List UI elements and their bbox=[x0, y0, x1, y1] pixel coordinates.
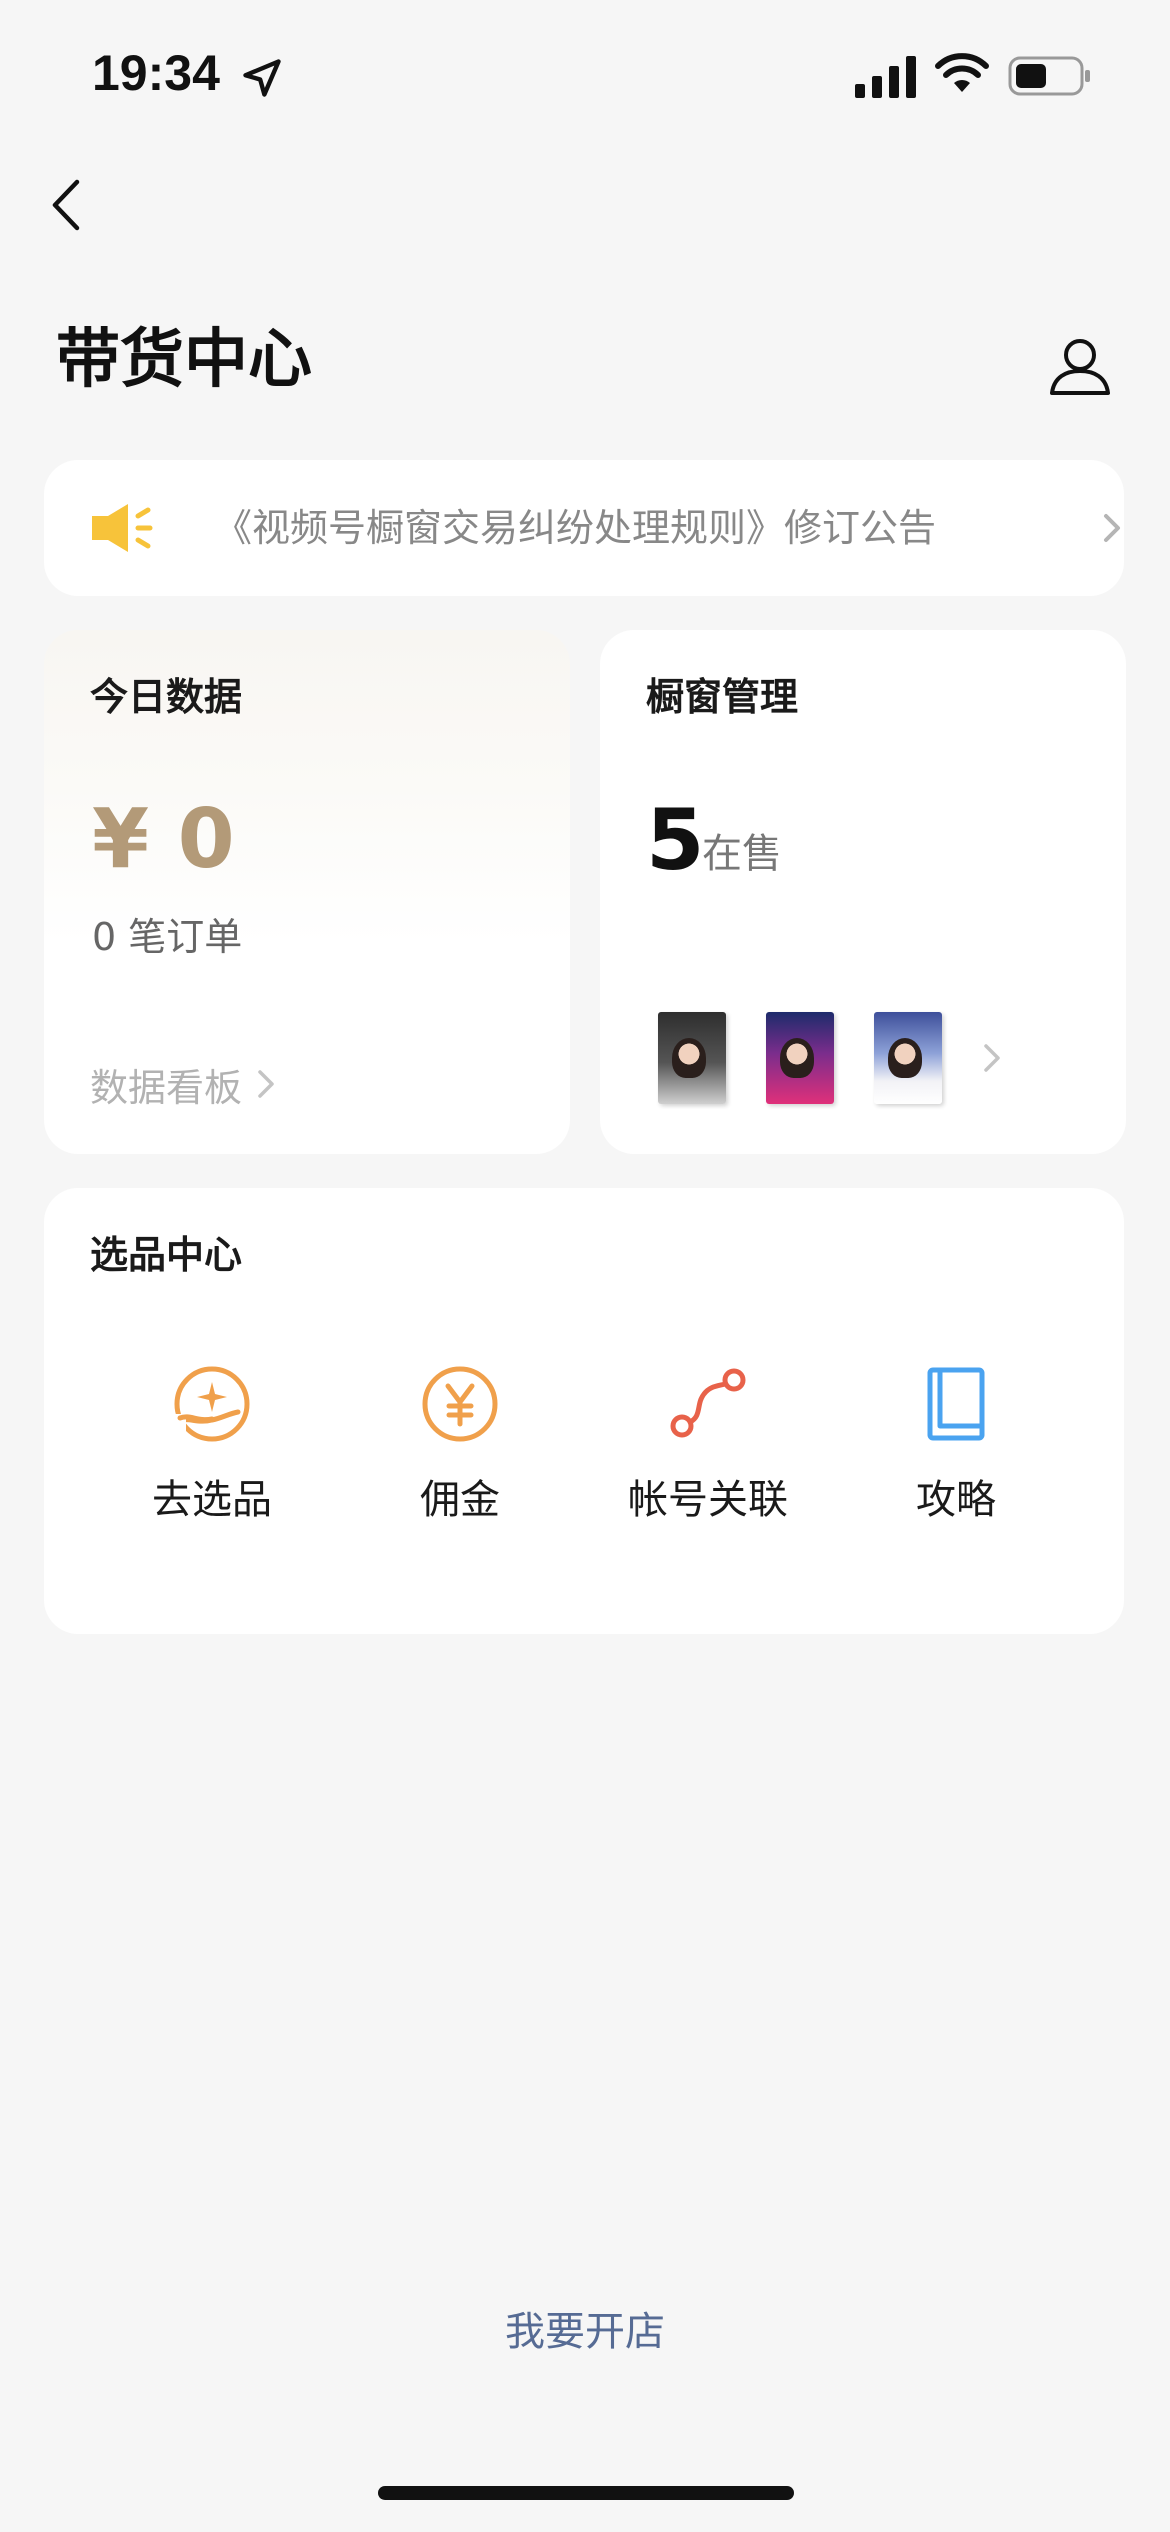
selection-center-card: 选品中心 去选品 佣金 帐号关联 攻略 bbox=[44, 1188, 1124, 1634]
selection-center-title: 选品中心 bbox=[90, 1233, 243, 1277]
product-thumbnail[interactable] bbox=[874, 1012, 942, 1104]
announcement-banner[interactable]: 《视频号橱窗交易纠纷处理规则》修订公告 bbox=[44, 460, 1124, 596]
showcase-title: 橱窗管理 bbox=[646, 675, 799, 719]
hand-sparkle-icon bbox=[172, 1366, 250, 1442]
location-arrow-icon bbox=[243, 59, 281, 97]
product-thumbnail[interactable] bbox=[766, 1012, 834, 1104]
on-sale-count: 5 bbox=[646, 791, 705, 889]
announcement-text: 《视频号橱窗交易纠纷处理规则》修订公告 bbox=[214, 506, 937, 550]
commission-label: 佣金 bbox=[420, 1477, 500, 1523]
user-icon bbox=[1050, 339, 1110, 395]
back-button[interactable] bbox=[36, 170, 96, 240]
chevron-right-icon bbox=[984, 1044, 1000, 1072]
link-path-icon bbox=[670, 1368, 746, 1438]
chevron-right-icon bbox=[1104, 514, 1120, 542]
account-link-label: 帐号关联 bbox=[628, 1477, 788, 1523]
today-data-card[interactable]: 今日数据 ¥ 0 0 笔订单 数据看板 bbox=[44, 630, 570, 1154]
showcase-management-card[interactable]: 橱窗管理 5 在售 bbox=[600, 630, 1126, 1154]
battery-icon bbox=[1008, 56, 1090, 96]
today-amount: ¥ 0 bbox=[92, 792, 235, 887]
today-data-title: 今日数据 bbox=[90, 675, 243, 719]
on-sale-label: 在售 bbox=[702, 831, 782, 877]
cellular-signal-icon bbox=[855, 56, 916, 98]
chevron-right-icon bbox=[258, 1070, 274, 1098]
open-store-link[interactable]: 我要开店 bbox=[0, 2302, 1170, 2362]
account-link-button[interactable]: 帐号关联 bbox=[598, 1364, 818, 1564]
pick-products-button[interactable]: 去选品 bbox=[102, 1364, 322, 1564]
yuan-circle-icon bbox=[422, 1366, 498, 1442]
pick-products-label: 去选品 bbox=[152, 1477, 272, 1523]
guide-button[interactable]: 攻略 bbox=[846, 1364, 1066, 1564]
page-title: 带货中心 bbox=[56, 323, 312, 397]
commission-button[interactable]: 佣金 bbox=[350, 1364, 570, 1564]
status-bar: 19:34 bbox=[0, 0, 1170, 150]
product-thumbnail[interactable] bbox=[658, 1012, 726, 1104]
data-dashboard-label: 数据看板 bbox=[90, 1065, 243, 1110]
today-orders: 0 笔订单 bbox=[92, 915, 243, 959]
chevron-left-icon bbox=[52, 179, 80, 231]
megaphone-icon bbox=[92, 504, 153, 552]
wifi-icon bbox=[935, 53, 989, 92]
data-dashboard-link[interactable]: 数据看板 bbox=[90, 1054, 278, 1114]
status-time: 19:34 bbox=[92, 45, 220, 101]
home-indicator bbox=[378, 2486, 794, 2500]
book-icon bbox=[927, 1367, 985, 1441]
guide-label: 攻略 bbox=[916, 1477, 996, 1523]
profile-button[interactable] bbox=[1040, 326, 1120, 406]
